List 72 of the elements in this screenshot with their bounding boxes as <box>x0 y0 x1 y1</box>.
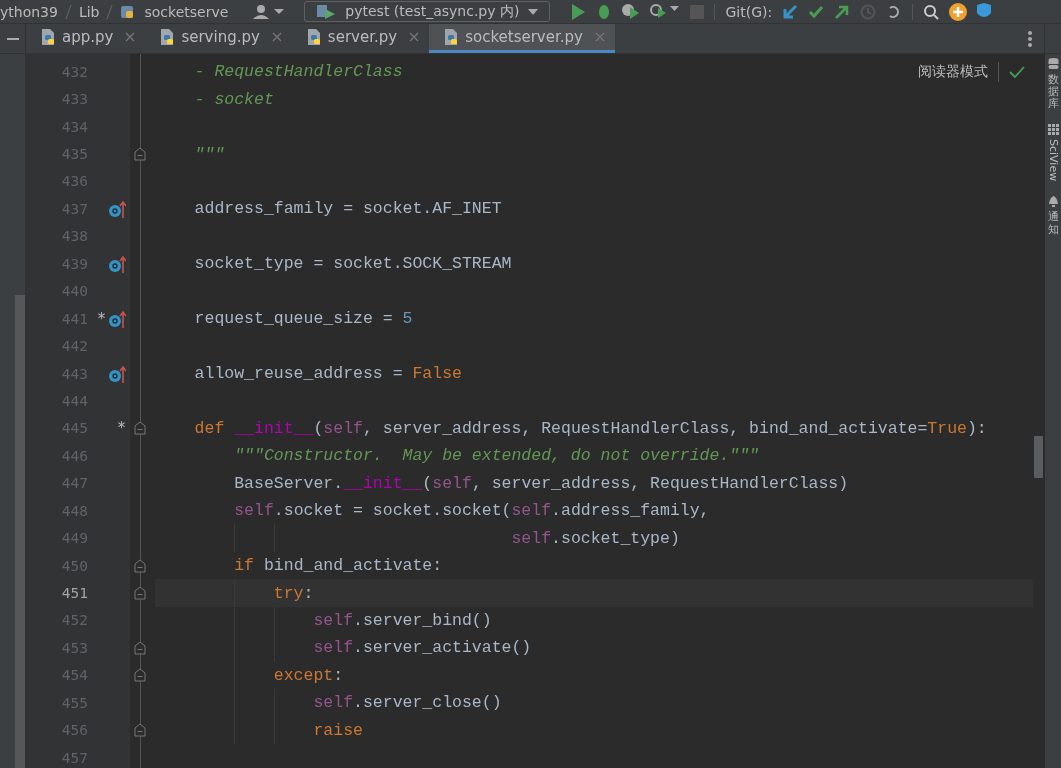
code-line: self.socket = socket.socket(self.address_family, <box>233 501 710 521</box>
editor-tab[interactable]: app.py <box>26 24 146 53</box>
close-icon[interactable] <box>409 32 420 42</box>
line-number: 451 <box>61 585 88 602</box>
code-line: self.server_bind() <box>312 610 492 630</box>
fold-icon[interactable] <box>134 147 146 162</box>
breadcrumb[interactable]: socketserve <box>144 2 229 21</box>
fold-icon[interactable] <box>134 723 146 738</box>
override-icon[interactable] <box>109 309 126 328</box>
more-icon[interactable] <box>1028 30 1032 47</box>
code-line: """ <box>193 144 225 164</box>
python-file-icon <box>159 28 176 46</box>
override-icon[interactable] <box>109 254 126 273</box>
code-line: if bind_and_activate: <box>233 556 443 576</box>
close-icon[interactable] <box>125 32 136 42</box>
code-line: request_queue_size = 5 <box>193 309 413 329</box>
python-file-icon <box>120 4 135 19</box>
run-configuration-dropdown[interactable]: pytest (test_async.py 内) <box>304 1 551 22</box>
code-line: allow_reuse_address = False <box>193 364 462 384</box>
collapse-icon[interactable] <box>6 37 19 40</box>
code-line: except: <box>272 665 344 685</box>
arrow-icon[interactable] <box>782 3 799 20</box>
search-icon[interactable] <box>923 3 940 20</box>
caret-icon <box>527 6 540 17</box>
code-line: """Constructor. May be extended, do not override.""" <box>233 446 759 466</box>
grid-icon <box>1047 124 1059 136</box>
check-icon[interactable] <box>1009 66 1025 78</box>
override-icon[interactable] <box>109 199 126 218</box>
modified-mark: * <box>96 309 106 328</box>
override-icon[interactable] <box>109 364 126 383</box>
tool-window-button[interactable]: SciView <box>1046 124 1060 182</box>
editor-tab[interactable]: socketserver.py <box>429 24 615 53</box>
modified-mark: * <box>116 419 126 438</box>
coverage-icon[interactable] <box>622 3 641 20</box>
run-icon[interactable] <box>570 3 587 20</box>
code-line: self.socket_type) <box>510 528 680 548</box>
fold-icon[interactable] <box>134 421 146 436</box>
close-icon[interactable] <box>594 32 605 42</box>
breadcrumb[interactable]: ython39 <box>0 2 58 21</box>
fold-icon[interactable] <box>134 586 146 601</box>
scrollbar-thumb[interactable] <box>1034 436 1043 478</box>
breadcrumb[interactable]: Lib <box>78 2 100 21</box>
tool-window-button[interactable]: 通知 <box>1047 195 1059 236</box>
python-file-icon <box>40 28 56 46</box>
reader-mode-link[interactable]: 阅读器模式 <box>918 63 988 81</box>
profile-icon[interactable] <box>650 3 681 20</box>
arrow-icon[interactable] <box>834 3 851 20</box>
editor-tab[interactable]: serving.py <box>145 24 292 53</box>
fold-icon[interactable] <box>134 668 146 683</box>
code-line: socket_type = socket.SOCK_STREAM <box>193 254 512 274</box>
user-icon[interactable] <box>252 4 287 19</box>
fold-icon[interactable] <box>134 558 146 573</box>
code-line: self.server_activate() <box>312 638 532 658</box>
close-icon[interactable] <box>271 32 282 42</box>
python-file-icon <box>443 28 460 46</box>
check-icon[interactable] <box>808 3 825 20</box>
tool-window-button[interactable]: 数据库 <box>1047 58 1059 111</box>
plus-icon[interactable] <box>949 2 968 21</box>
code-line: - socket <box>193 89 274 109</box>
python-file-icon <box>305 28 322 46</box>
bell-icon <box>1047 195 1059 208</box>
database-icon <box>1047 58 1059 70</box>
code-line: try: <box>272 583 314 603</box>
code-line: raise <box>312 720 363 740</box>
editor-tab[interactable]: server.py <box>291 24 430 53</box>
code-line: self.server_close() <box>312 693 502 713</box>
fold-icon[interactable] <box>134 640 146 655</box>
vcs-label: Git(G): <box>725 2 773 21</box>
code-line: address_family = socket.AF_INET <box>193 199 502 219</box>
code-line: def __init__(self, server_address, RequestHandlerClass, bind_and_activate=True): <box>193 418 987 438</box>
code-line: BaseServer.__init__(self, server_address, RequestHandlerClass) <box>233 473 849 493</box>
code-line: - RequestHandlerClass <box>193 62 403 82</box>
